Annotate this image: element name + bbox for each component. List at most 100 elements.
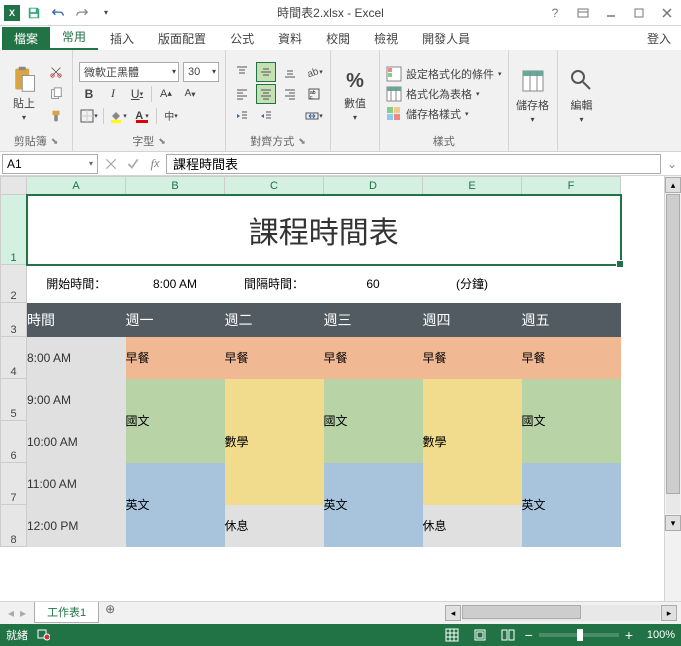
row-header[interactable]: 7 bbox=[1, 463, 27, 505]
col-header[interactable]: A bbox=[27, 177, 126, 195]
formula-input[interactable] bbox=[166, 154, 661, 174]
select-all-corner[interactable] bbox=[1, 177, 27, 195]
zoom-out-button[interactable]: − bbox=[525, 627, 533, 643]
view-page-layout-icon[interactable] bbox=[469, 626, 491, 644]
tab-data[interactable]: 資料 bbox=[266, 27, 314, 50]
cells-button[interactable]: 儲存格▾ bbox=[515, 67, 551, 124]
cell[interactable]: 12:00 PM bbox=[27, 505, 126, 547]
cell[interactable]: 早餐 bbox=[324, 337, 423, 379]
row-header[interactable]: 1 bbox=[1, 195, 27, 265]
undo-icon[interactable] bbox=[48, 3, 68, 23]
cell[interactable]: 11:00 AM bbox=[27, 463, 126, 505]
cell[interactable]: 10:00 AM bbox=[27, 421, 126, 463]
increase-indent-icon[interactable] bbox=[256, 106, 276, 126]
sheet-nav-next-icon[interactable]: ▸ bbox=[20, 606, 26, 620]
format-painter-icon[interactable] bbox=[46, 106, 66, 126]
tab-insert[interactable]: 插入 bbox=[98, 27, 146, 50]
row-header[interactable]: 4 bbox=[1, 337, 27, 379]
cell[interactable]: 早餐 bbox=[423, 337, 522, 379]
shrink-font-button[interactable]: A▾ bbox=[180, 84, 200, 104]
zoom-level[interactable]: 100% bbox=[639, 629, 675, 641]
cell[interactable]: 英文 bbox=[522, 463, 621, 547]
spreadsheet-grid[interactable]: A B C D E F 1 課程時間表 2 開始時間： 8:00 AM 間隔時間… bbox=[0, 176, 621, 547]
cell[interactable]: (分鐘) bbox=[423, 265, 522, 303]
qat-customize-icon[interactable]: ▾ bbox=[96, 3, 116, 23]
col-header[interactable]: B bbox=[126, 177, 225, 195]
cell[interactable]: 週四 bbox=[423, 303, 522, 337]
col-header[interactable]: C bbox=[225, 177, 324, 195]
conditional-format-button[interactable]: 設定格式化的條件▾ bbox=[386, 66, 502, 82]
tab-view[interactable]: 檢視 bbox=[362, 27, 410, 50]
format-as-table-button[interactable]: 格式化為表格▾ bbox=[386, 86, 502, 102]
underline-button[interactable]: U▾ bbox=[127, 84, 147, 104]
grow-font-button[interactable]: A▴ bbox=[156, 84, 176, 104]
name-box[interactable]: ▾ bbox=[2, 154, 98, 174]
orientation-icon[interactable]: ab▾ bbox=[304, 62, 324, 82]
minimize-icon[interactable] bbox=[597, 1, 625, 25]
sheet-nav-prev-icon[interactable]: ◂ bbox=[8, 606, 14, 620]
maximize-icon[interactable] bbox=[625, 1, 653, 25]
cell[interactable]: 9:00 AM bbox=[27, 379, 126, 421]
copy-icon[interactable] bbox=[46, 84, 66, 104]
alignment-launcher-icon[interactable]: ⬊ bbox=[298, 136, 306, 147]
expand-formula-bar-icon[interactable]: ⌄ bbox=[663, 157, 681, 171]
align-center-icon[interactable] bbox=[256, 84, 276, 104]
vertical-scrollbar[interactable]: ▴ ▾ bbox=[664, 176, 681, 601]
cell[interactable]: 週二 bbox=[225, 303, 324, 337]
tab-review[interactable]: 校閱 bbox=[314, 27, 362, 50]
cell[interactable]: 開始時間： bbox=[27, 265, 126, 303]
cell-title[interactable]: 課程時間表 bbox=[27, 195, 621, 265]
font-color-button[interactable]: A▾ bbox=[132, 106, 152, 126]
tab-home[interactable]: 常用 bbox=[50, 25, 98, 50]
tab-file[interactable]: 檔案 bbox=[2, 27, 50, 50]
redo-icon[interactable] bbox=[72, 3, 92, 23]
cell[interactable]: 間隔時間： bbox=[225, 265, 324, 303]
tab-layout[interactable]: 版面配置 bbox=[146, 27, 218, 50]
cancel-formula-icon[interactable] bbox=[100, 153, 122, 175]
align-right-icon[interactable] bbox=[280, 84, 300, 104]
row-header[interactable]: 5 bbox=[1, 379, 27, 421]
signin-link[interactable]: 登入 bbox=[637, 27, 681, 50]
col-header[interactable]: F bbox=[522, 177, 621, 195]
namebox-dropdown-icon[interactable]: ▾ bbox=[85, 159, 97, 168]
fill-color-button[interactable]: ▾ bbox=[108, 106, 128, 126]
zoom-in-button[interactable]: + bbox=[625, 627, 633, 643]
font-name-combo[interactable]: 微軟正黑體▾ bbox=[79, 62, 179, 82]
bold-button[interactable]: B bbox=[79, 84, 99, 104]
font-launcher-icon[interactable]: ⬊ bbox=[158, 136, 166, 147]
help-icon[interactable]: ? bbox=[541, 1, 569, 25]
tab-developer[interactable]: 開發人員 bbox=[410, 27, 482, 50]
ribbon-display-icon[interactable] bbox=[569, 1, 597, 25]
horizontal-scrollbar[interactable]: ◂ ▸ bbox=[441, 602, 681, 624]
cell[interactable]: 8:00 AM bbox=[126, 265, 225, 303]
cell[interactable]: 英文 bbox=[324, 463, 423, 547]
row-header[interactable]: 8 bbox=[1, 505, 27, 547]
insert-function-button[interactable]: fx bbox=[144, 153, 166, 175]
paste-button[interactable]: 貼上▾ bbox=[6, 65, 42, 122]
clipboard-launcher-icon[interactable]: ⬊ bbox=[51, 136, 59, 147]
row-header[interactable]: 3 bbox=[1, 303, 27, 337]
row-header[interactable]: 2 bbox=[1, 265, 27, 303]
tab-formulas[interactable]: 公式 bbox=[218, 27, 266, 50]
macro-record-icon[interactable] bbox=[36, 627, 50, 644]
cut-icon[interactable] bbox=[46, 62, 66, 82]
align-top-icon[interactable] bbox=[232, 62, 252, 82]
align-left-icon[interactable] bbox=[232, 84, 252, 104]
cell[interactable]: 早餐 bbox=[225, 337, 324, 379]
italic-button[interactable]: I bbox=[103, 84, 123, 104]
cell[interactable]: 早餐 bbox=[126, 337, 225, 379]
cell[interactable]: 國文 bbox=[126, 379, 225, 463]
cell[interactable]: 8:00 AM bbox=[27, 337, 126, 379]
cell[interactable]: 時間 bbox=[27, 303, 126, 337]
col-header[interactable]: E bbox=[423, 177, 522, 195]
cell[interactable]: 國文 bbox=[324, 379, 423, 463]
row-header[interactable]: 6 bbox=[1, 421, 27, 463]
cell[interactable]: 60 bbox=[324, 265, 423, 303]
cell[interactable] bbox=[522, 265, 621, 303]
cell[interactable]: 休息 bbox=[225, 505, 324, 547]
merge-button[interactable]: ▾ bbox=[304, 106, 324, 126]
phonetic-button[interactable]: 中▾ bbox=[161, 106, 181, 126]
sheet-tab[interactable]: 工作表1 bbox=[34, 602, 99, 623]
new-sheet-button[interactable]: ⊕ bbox=[99, 602, 121, 616]
decrease-indent-icon[interactable] bbox=[232, 106, 252, 126]
